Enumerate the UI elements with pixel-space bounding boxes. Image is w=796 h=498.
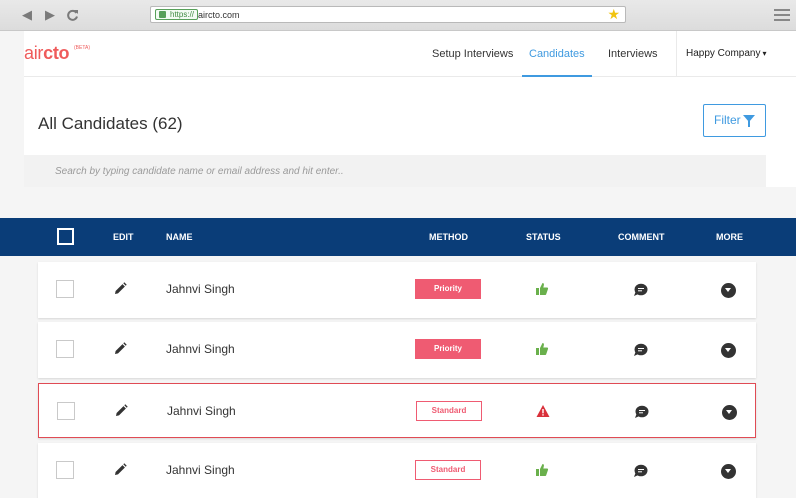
table-row[interactable]: Jahnvi Singh Priority [38, 262, 756, 318]
more-options-icon[interactable] [721, 283, 736, 298]
company-name: Happy Company [686, 48, 761, 59]
column-method: METHOD [429, 232, 468, 242]
comment-icon[interactable] [633, 343, 648, 357]
app-header: aircto (BETA) Setup Interviews Candidate… [24, 31, 796, 77]
beta-badge: (BETA) [74, 45, 91, 51]
thumbs-up-icon [536, 464, 549, 476]
filter-label: Filter [714, 113, 741, 127]
column-more: MORE [716, 232, 743, 242]
method-badge: Standard [416, 401, 482, 421]
back-arrow-icon[interactable]: ◀ [22, 8, 32, 22]
pencil-icon[interactable] [113, 463, 127, 477]
column-edit: EDIT [113, 232, 134, 242]
candidate-name[interactable]: Jahnvi Singh [166, 342, 235, 356]
candidate-name[interactable]: Jahnvi Singh [166, 463, 235, 477]
page-header: All Candidates (62) Filter [24, 77, 796, 187]
comment-icon[interactable] [633, 283, 648, 297]
browser-toolbar: ◀ ▶ https:// aircto.com ★ [0, 0, 796, 31]
thumbs-up-icon [536, 283, 549, 295]
pencil-icon[interactable] [114, 404, 128, 418]
pencil-icon[interactable] [113, 282, 127, 296]
more-options-icon[interactable] [721, 464, 736, 479]
logo-part-air: air [24, 43, 44, 63]
logo-part-cto: cto [43, 43, 70, 63]
warning-icon [536, 405, 550, 417]
nav-candidates[interactable]: Candidates [522, 31, 592, 77]
chevron-down-icon: ▾ [762, 49, 767, 58]
row-checkbox[interactable] [56, 461, 74, 479]
thumbs-up-icon [536, 343, 549, 355]
row-checkbox[interactable] [56, 280, 74, 298]
row-checkbox[interactable] [56, 340, 74, 358]
comment-icon[interactable] [634, 405, 649, 419]
method-badge: Priority [415, 339, 481, 359]
nav-setup-interviews[interactable]: Setup Interviews [432, 31, 513, 77]
hamburger-menu-icon[interactable] [774, 9, 790, 24]
candidate-name[interactable]: Jahnvi Singh [166, 282, 235, 296]
column-status: STATUS [526, 232, 561, 242]
more-options-icon[interactable] [722, 405, 737, 420]
table-header: EDIT NAME METHOD STATUS COMMENT MORE [0, 218, 796, 256]
page-title: All Candidates (62) [38, 114, 183, 133]
method-badge: Priority [415, 279, 481, 299]
url-text: aircto.com [198, 10, 240, 20]
forward-arrow-icon[interactable]: ▶ [45, 8, 55, 22]
column-name: NAME [166, 232, 193, 242]
reload-icon[interactable] [66, 9, 79, 22]
search-input[interactable] [24, 155, 766, 187]
star-icon[interactable]: ★ [607, 6, 620, 22]
nav-interviews[interactable]: Interviews [608, 31, 658, 77]
method-badge: Standard [415, 460, 481, 480]
table-row[interactable]: Jahnvi Singh Standard [38, 383, 756, 438]
select-all-checkbox[interactable] [57, 228, 74, 245]
comment-icon[interactable] [633, 464, 648, 478]
filter-button[interactable]: Filter [703, 104, 766, 137]
column-comment: COMMENT [618, 232, 665, 242]
address-bar[interactable]: https:// aircto.com ★ [150, 6, 626, 23]
pencil-icon[interactable] [113, 342, 127, 356]
more-options-icon[interactable] [721, 343, 736, 358]
secure-badge: https:// [155, 9, 199, 20]
lock-icon [159, 11, 166, 18]
candidate-name[interactable]: Jahnvi Singh [167, 404, 236, 418]
company-menu[interactable]: Happy Company ▾ [676, 31, 796, 77]
logo[interactable]: aircto [24, 43, 70, 64]
table-row[interactable]: Jahnvi Singh Standard [38, 443, 756, 498]
table-row[interactable]: Jahnvi Singh Priority [38, 322, 756, 378]
protocol-text: https:// [170, 10, 195, 19]
row-checkbox[interactable] [57, 402, 75, 420]
